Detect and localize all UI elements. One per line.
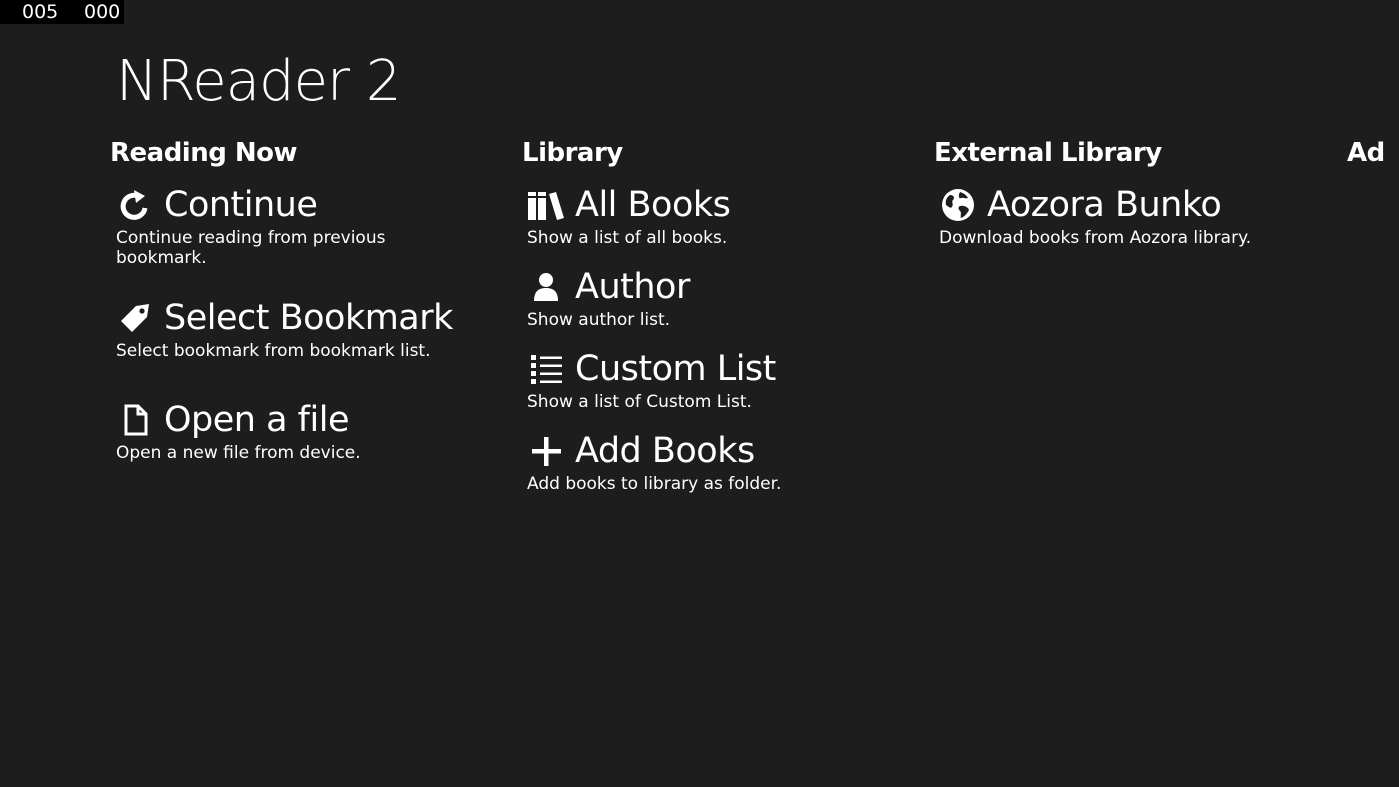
tile-add-books-title: Add Books bbox=[575, 431, 755, 471]
tile-continue-title: Continue bbox=[164, 185, 318, 225]
tile-select-bookmark-title: Select Bookmark bbox=[164, 298, 453, 338]
list-icon bbox=[527, 350, 565, 388]
tile-add-books-description: Add books to library as folder. bbox=[527, 474, 782, 494]
app-title: NReader 2 bbox=[116, 49, 402, 114]
tile-custom-list-description: Show a list of Custom List. bbox=[527, 392, 752, 412]
tile-continue-description: Continue reading from previous bookmark. bbox=[116, 228, 386, 268]
tile-select-bookmark-description: Select bookmark from bookmark list. bbox=[116, 341, 431, 361]
tag-icon bbox=[116, 299, 154, 337]
tile-custom-list[interactable]: Custom List Show a list of Custom List. bbox=[527, 346, 887, 412]
counter-right: 000 bbox=[84, 1, 121, 23]
tile-author-description: Show author list. bbox=[527, 310, 671, 330]
tile-aozora-bunko-title: Aozora Bunko bbox=[987, 185, 1222, 225]
books-icon bbox=[527, 186, 565, 224]
tile-all-books-title: All Books bbox=[575, 185, 731, 225]
person-icon bbox=[527, 268, 565, 306]
tile-aozora-bunko[interactable]: Aozora Bunko Download books from Aozora … bbox=[939, 182, 1299, 248]
tile-continue[interactable]: Continue Continue reading from previous … bbox=[116, 182, 446, 268]
tile-select-bookmark[interactable]: Select Bookmark Select bookmark from boo… bbox=[116, 295, 456, 361]
counter-left: 005 bbox=[22, 1, 59, 23]
tile-add-books[interactable]: Add Books Add books to library as folder… bbox=[527, 428, 887, 494]
group-header-reading-now[interactable]: Reading Now bbox=[110, 136, 298, 170]
group-header-library[interactable]: Library bbox=[522, 136, 623, 170]
file-icon bbox=[116, 401, 154, 439]
tile-open-file-title: Open a file bbox=[164, 400, 349, 440]
tile-all-books[interactable]: All Books Show a list of all books. bbox=[527, 182, 887, 248]
tile-author[interactable]: Author Show author list. bbox=[527, 264, 887, 330]
tile-all-books-description: Show a list of all books. bbox=[527, 228, 728, 248]
plus-icon bbox=[527, 432, 565, 470]
frame-counter: 005 000 bbox=[0, 0, 124, 24]
tile-custom-list-title: Custom List bbox=[575, 349, 776, 389]
tile-open-file-description: Open a new file from device. bbox=[116, 443, 361, 463]
start-page: 005 000 NReader 2 Reading Now Continue C… bbox=[0, 0, 1399, 787]
continue-arrow-icon bbox=[116, 186, 154, 224]
globe-icon bbox=[939, 186, 977, 224]
tile-aozora-bunko-description: Download books from Aozora library. bbox=[939, 228, 1252, 248]
tile-open-file[interactable]: Open a file Open a new file from device. bbox=[116, 397, 446, 463]
group-header-external-library[interactable]: External Library bbox=[934, 136, 1162, 170]
group-header-ad[interactable]: Ad bbox=[1347, 136, 1385, 170]
tile-author-title: Author bbox=[575, 267, 690, 307]
